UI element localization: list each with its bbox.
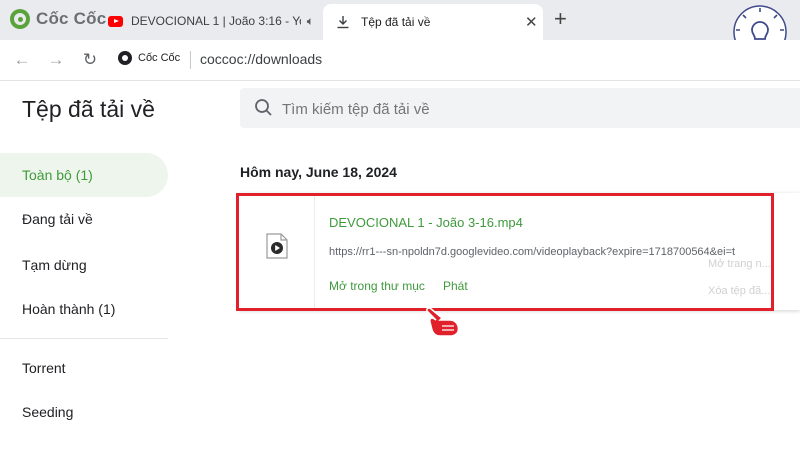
- sidebar-item-downloading[interactable]: Đang tải về: [0, 197, 168, 241]
- search-icon: [255, 99, 272, 116]
- tab-title: Tệp đã tải về: [361, 15, 431, 29]
- speaker-icon[interactable]: 🔈︎: [307, 14, 314, 29]
- sidebar-item-torrent[interactable]: Torrent: [0, 346, 168, 390]
- sidebar-item-paused[interactable]: Tạm dừng: [0, 243, 168, 287]
- site-chip-label: Cốc Cốc: [138, 52, 181, 64]
- tab-title: DEVOCIONAL 1 | João 3:16 - YouTube: [131, 14, 301, 28]
- coccoc-logo-icon: [10, 9, 30, 29]
- site-info-chip[interactable]: Cốc Cốc: [118, 51, 180, 65]
- reload-button[interactable]: ↻: [78, 48, 102, 72]
- back-button[interactable]: ←: [10, 48, 34, 72]
- page-title: Tệp đã tải về: [22, 96, 155, 122]
- forward-button[interactable]: →: [44, 48, 68, 72]
- brand[interactable]: Cốc Cốc: [10, 9, 106, 29]
- highlight-annotation: [236, 193, 774, 311]
- sidebar-item-all[interactable]: Toàn bộ (1): [0, 153, 168, 197]
- pointing-hand-icon: [426, 307, 460, 337]
- tab-strip: Cốc Cốc DEVOCIONAL 1 | João 3:16 - YouTu…: [0, 0, 800, 40]
- address-divider: [190, 51, 191, 69]
- date-heading: Hôm nay, June 18, 2024: [240, 164, 397, 180]
- search-input[interactable]: [280, 96, 784, 122]
- tab-youtube[interactable]: DEVOCIONAL 1 | João 3:16 - YouTube 🔈︎: [108, 8, 314, 34]
- sidebar-item-seeding[interactable]: Seeding: [0, 390, 168, 434]
- tab-downloads[interactable]: Tệp đã tải về ✕: [323, 4, 543, 40]
- toolbar: ← → ↻ Cốc Cốc coccoc://downloads: [0, 40, 800, 81]
- coccoc-chip-icon: [118, 51, 132, 65]
- new-tab-icon[interactable]: +: [554, 8, 567, 30]
- brand-name: Cốc Cốc: [36, 9, 107, 28]
- youtube-icon: [108, 15, 123, 27]
- sidebar-divider: [0, 338, 168, 339]
- address-bar[interactable]: coccoc://downloads: [200, 51, 322, 67]
- close-tab-icon[interactable]: ✕: [525, 15, 538, 30]
- sidebar-item-completed[interactable]: Hoàn thành (1): [0, 287, 168, 331]
- download-icon: [335, 14, 351, 30]
- search-box: [240, 88, 800, 128]
